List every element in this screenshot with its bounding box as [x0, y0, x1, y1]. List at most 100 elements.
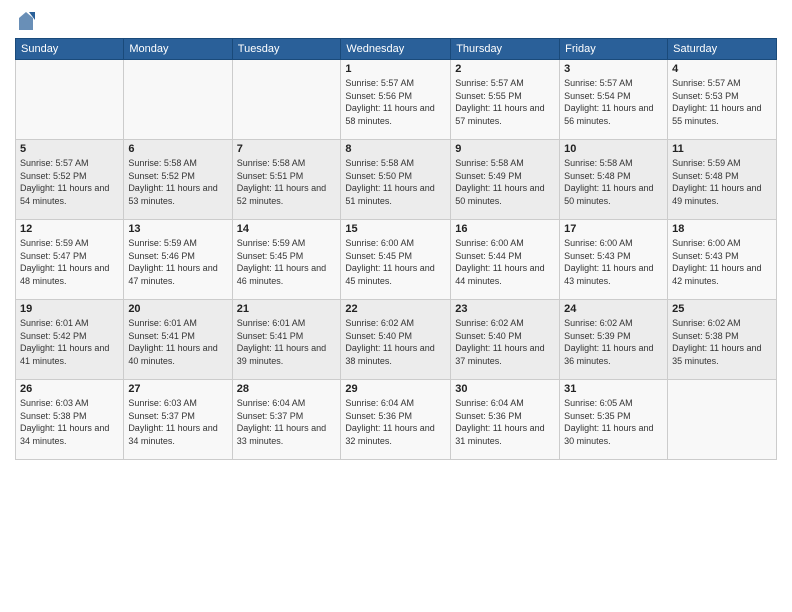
day-number: 26 — [20, 383, 119, 395]
day-number: 17 — [564, 223, 663, 235]
day-info: Sunrise: 5:59 AM Sunset: 5:45 PM Dayligh… — [237, 237, 337, 287]
day-info: Sunrise: 5:58 AM Sunset: 5:50 PM Dayligh… — [345, 157, 446, 207]
day-info: Sunrise: 5:59 AM Sunset: 5:48 PM Dayligh… — [672, 157, 772, 207]
day-info: Sunrise: 5:58 AM Sunset: 5:51 PM Dayligh… — [237, 157, 337, 207]
weekday-header: Tuesday — [232, 39, 341, 60]
day-info: Sunrise: 6:02 AM Sunset: 5:40 PM Dayligh… — [455, 317, 555, 367]
day-number: 27 — [128, 383, 227, 395]
day-number: 3 — [564, 63, 663, 75]
day-info: Sunrise: 6:04 AM Sunset: 5:36 PM Dayligh… — [455, 397, 555, 447]
day-info: Sunrise: 6:00 AM Sunset: 5:45 PM Dayligh… — [345, 237, 446, 287]
calendar-cell: 24 Sunrise: 6:02 AM Sunset: 5:39 PM Dayli… — [560, 300, 668, 380]
calendar-cell: 3Sunrise: 5:57 AM Sunset: 5:54 PM Daylig… — [560, 60, 668, 140]
calendar-cell: 11 Sunrise: 5:59 AM Sunset: 5:48 PM Dayli… — [668, 140, 777, 220]
calendar-page: SundayMondayTuesdayWednesdayThursdayFrid… — [0, 0, 792, 612]
day-number: 28 — [237, 383, 337, 395]
day-info: Sunrise: 5:57 AM Sunset: 5:56 PM Dayligh… — [345, 77, 446, 127]
calendar-cell: 27 Sunrise: 6:03 AM Sunset: 5:37 PM Dayli… — [124, 380, 232, 460]
calendar-cell — [16, 60, 124, 140]
weekday-header: Monday — [124, 39, 232, 60]
calendar-cell: 13Sunrise: 5:59 AM Sunset: 5:46 PM Dayli… — [124, 220, 232, 300]
day-number: 16 — [455, 223, 555, 235]
day-info: Sunrise: 6:03 AM Sunset: 5:38 PM Dayligh… — [20, 397, 119, 447]
weekday-header: Thursday — [451, 39, 560, 60]
day-number: 13 — [128, 223, 227, 235]
weekday-header: Saturday — [668, 39, 777, 60]
day-number: 20 — [128, 303, 227, 315]
day-number: 12 — [20, 223, 119, 235]
day-number: 14 — [237, 223, 337, 235]
calendar-cell: 31 Sunrise: 6:05 AM Sunset: 5:35 PM Dayli… — [560, 380, 668, 460]
day-number: 21 — [237, 303, 337, 315]
day-info: Sunrise: 6:00 AM Sunset: 5:43 PM Dayligh… — [672, 237, 772, 287]
calendar-cell: 22 Sunrise: 6:02 AM Sunset: 5:40 PM Dayli… — [341, 300, 451, 380]
calendar-cell: 18Sunrise: 6:00 AM Sunset: 5:43 PM Dayli… — [668, 220, 777, 300]
day-info: Sunrise: 6:02 AM Sunset: 5:38 PM Dayligh… — [672, 317, 772, 367]
day-info: Sunrise: 6:04 AM Sunset: 5:37 PM Dayligh… — [237, 397, 337, 447]
day-number: 15 — [345, 223, 446, 235]
day-number: 11 — [672, 143, 772, 155]
day-info: Sunrise: 6:02 AM Sunset: 5:39 PM Dayligh… — [564, 317, 663, 367]
day-number: 29 — [345, 383, 446, 395]
day-info: Sunrise: 5:57 AM Sunset: 5:52 PM Dayligh… — [20, 157, 119, 207]
calendar-week-row: 5 Sunrise: 5:57 AM Sunset: 5:52 PM Daylig… — [16, 140, 777, 220]
calendar-cell: 25 Sunrise: 6:02 AM Sunset: 5:38 PM Dayli… — [668, 300, 777, 380]
day-number: 5 — [20, 143, 119, 155]
day-number: 4 — [672, 63, 772, 75]
day-info: Sunrise: 5:58 AM Sunset: 5:49 PM Dayligh… — [455, 157, 555, 207]
calendar-table: SundayMondayTuesdayWednesdayThursdayFrid… — [15, 38, 777, 460]
day-info: Sunrise: 6:00 AM Sunset: 5:44 PM Dayligh… — [455, 237, 555, 287]
day-number: 1 — [345, 63, 446, 75]
calendar-cell: 29 Sunrise: 6:04 AM Sunset: 5:36 PM Dayli… — [341, 380, 451, 460]
calendar-cell — [124, 60, 232, 140]
logo-icon — [17, 10, 35, 32]
day-number: 10 — [564, 143, 663, 155]
calendar-body: 1 Sunrise: 5:57 AM Sunset: 5:56 PM Daylig… — [16, 60, 777, 460]
day-info: Sunrise: 5:59 AM Sunset: 5:47 PM Dayligh… — [20, 237, 119, 287]
day-number: 31 — [564, 383, 663, 395]
day-number: 25 — [672, 303, 772, 315]
calendar-cell: 23 Sunrise: 6:02 AM Sunset: 5:40 PM Dayli… — [451, 300, 560, 380]
calendar-week-row: 12 Sunrise: 5:59 AM Sunset: 5:47 PM Dayli… — [16, 220, 777, 300]
day-info: Sunrise: 5:58 AM Sunset: 5:52 PM Dayligh… — [128, 157, 227, 207]
day-number: 7 — [237, 143, 337, 155]
calendar-week-row: 26 Sunrise: 6:03 AM Sunset: 5:38 PM Dayli… — [16, 380, 777, 460]
day-number: 8 — [345, 143, 446, 155]
weekday-header: Friday — [560, 39, 668, 60]
day-info: Sunrise: 6:02 AM Sunset: 5:40 PM Dayligh… — [345, 317, 446, 367]
calendar-header-row: SundayMondayTuesdayWednesdayThursdayFrid… — [16, 39, 777, 60]
calendar-cell: 10 Sunrise: 5:58 AM Sunset: 5:48 PM Dayli… — [560, 140, 668, 220]
day-number: 19 — [20, 303, 119, 315]
day-info: Sunrise: 6:04 AM Sunset: 5:36 PM Dayligh… — [345, 397, 446, 447]
calendar-cell: 12 Sunrise: 5:59 AM Sunset: 5:47 PM Dayli… — [16, 220, 124, 300]
day-number: 6 — [128, 143, 227, 155]
day-info: Sunrise: 5:58 AM Sunset: 5:48 PM Dayligh… — [564, 157, 663, 207]
calendar-cell: 20 Sunrise: 6:01 AM Sunset: 5:41 PM Dayli… — [124, 300, 232, 380]
calendar-cell: 5 Sunrise: 5:57 AM Sunset: 5:52 PM Daylig… — [16, 140, 124, 220]
calendar-week-row: 1 Sunrise: 5:57 AM Sunset: 5:56 PM Daylig… — [16, 60, 777, 140]
day-number: 2 — [455, 63, 555, 75]
day-info: Sunrise: 6:01 AM Sunset: 5:41 PM Dayligh… — [237, 317, 337, 367]
day-info: Sunrise: 6:05 AM Sunset: 5:35 PM Dayligh… — [564, 397, 663, 447]
calendar-cell: 2 Sunrise: 5:57 AM Sunset: 5:55 PM Daylig… — [451, 60, 560, 140]
calendar-cell: 16 Sunrise: 6:00 AM Sunset: 5:44 PM Dayli… — [451, 220, 560, 300]
calendar-cell: 4 Sunrise: 5:57 AM Sunset: 5:53 PM Daylig… — [668, 60, 777, 140]
header — [15, 10, 777, 32]
calendar-cell: 26 Sunrise: 6:03 AM Sunset: 5:38 PM Dayli… — [16, 380, 124, 460]
calendar-cell: 1 Sunrise: 5:57 AM Sunset: 5:56 PM Daylig… — [341, 60, 451, 140]
logo — [15, 10, 35, 32]
day-info: Sunrise: 6:01 AM Sunset: 5:41 PM Dayligh… — [128, 317, 227, 367]
calendar-cell — [668, 380, 777, 460]
calendar-cell: 6 Sunrise: 5:58 AM Sunset: 5:52 PM Daylig… — [124, 140, 232, 220]
day-number: 23 — [455, 303, 555, 315]
day-info: Sunrise: 6:00 AM Sunset: 5:43 PM Dayligh… — [564, 237, 663, 287]
day-number: 24 — [564, 303, 663, 315]
day-info: Sunrise: 5:57 AM Sunset: 5:55 PM Dayligh… — [455, 77, 555, 127]
calendar-week-row: 19Sunrise: 6:01 AM Sunset: 5:42 PM Dayli… — [16, 300, 777, 380]
calendar-cell: 9Sunrise: 5:58 AM Sunset: 5:49 PM Daylig… — [451, 140, 560, 220]
day-info: Sunrise: 5:57 AM Sunset: 5:53 PM Dayligh… — [672, 77, 772, 127]
day-info: Sunrise: 6:03 AM Sunset: 5:37 PM Dayligh… — [128, 397, 227, 447]
calendar-cell: 17 Sunrise: 6:00 AM Sunset: 5:43 PM Dayli… — [560, 220, 668, 300]
day-number: 22 — [345, 303, 446, 315]
calendar-cell: 7 Sunrise: 5:58 AM Sunset: 5:51 PM Daylig… — [232, 140, 341, 220]
